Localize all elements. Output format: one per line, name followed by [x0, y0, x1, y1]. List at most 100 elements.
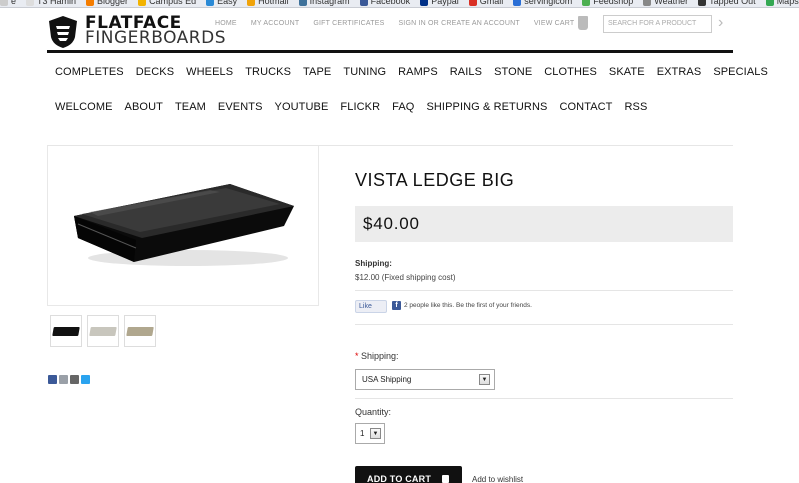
bookmark-label: Paypal [431, 0, 459, 6]
thumbnail-strip [50, 315, 156, 347]
nav-about[interactable]: ABOUT [125, 101, 163, 113]
main-nav-row-1: COMPLETES DECKS WHEELS TRUCKS TAPE TUNIN… [55, 66, 780, 78]
print-icon[interactable] [70, 375, 79, 384]
search-submit-chevron-icon[interactable]: › [718, 14, 723, 32]
share-icons [48, 375, 90, 384]
quantity-select[interactable]: 1 ▼ [355, 423, 385, 444]
bookmark-item[interactable]: Easy [206, 0, 237, 6]
top-link-my-account[interactable]: MY ACCOUNT [251, 20, 300, 27]
quantity-label: Quantity: [355, 407, 392, 417]
bookmark-item[interactable]: T3 Hamin [26, 0, 76, 6]
bookmark-item[interactable]: Hotmail [247, 0, 289, 6]
nav-extras[interactable]: EXTRAS [657, 66, 702, 78]
nav-rails[interactable]: RAILS [450, 66, 482, 78]
gmail-icon [468, 0, 477, 6]
site-logo[interactable]: FLATFACE FINGERBOARDS [47, 13, 227, 49]
bookmark-label: servinglcom [524, 0, 573, 6]
shipping-select-value: USA Shipping [362, 375, 412, 384]
dropdown-arrow-icon[interactable]: ▼ [479, 374, 490, 385]
nav-rss[interactable]: RSS [625, 101, 648, 113]
campus-icon [138, 0, 147, 6]
bookmark-item[interactable]: Blogger [86, 0, 128, 6]
bookmark-label: Feedshop [593, 0, 634, 6]
divider [355, 290, 733, 291]
feed-icon [582, 0, 591, 6]
top-link-view-cart[interactable]: VIEW CART [534, 20, 575, 27]
nav-tuning[interactable]: TUNING [343, 66, 386, 78]
twitter-share-icon[interactable] [81, 375, 90, 384]
thumbnail-3[interactable] [124, 315, 156, 347]
maps-icon [765, 0, 774, 6]
logo-text-fingerboards: FINGERBOARDS [85, 28, 227, 48]
nav-clothes[interactable]: CLOTHES [544, 66, 597, 78]
cart-bag-icon [441, 475, 449, 483]
search-input[interactable]: SEARCH FOR A PRODUCT [603, 15, 712, 33]
bookmark-label: Easy [217, 0, 238, 6]
bookmark-label: Maps [776, 0, 799, 6]
nav-trucks[interactable]: TRUCKS [245, 66, 291, 78]
shipping-select-label: * Shipping: [355, 351, 399, 361]
bookmark-label: Tapped Out [709, 0, 756, 6]
bookmark-item[interactable]: Tapped Out [698, 0, 756, 6]
bookmark-item[interactable]: Facebook [359, 0, 410, 6]
bookmark-item[interactable]: e [0, 0, 16, 6]
nav-faq[interactable]: FAQ [392, 101, 414, 113]
facebook-share-icon[interactable] [48, 375, 57, 384]
nav-completes[interactable]: COMPLETES [55, 66, 124, 78]
nav-stone[interactable]: STONE [494, 66, 532, 78]
thumbnail-ledge [89, 326, 117, 336]
page-icon [0, 0, 8, 6]
nav-events[interactable]: EVENTS [218, 101, 263, 113]
blogger-icon [86, 0, 95, 6]
product-image-frame[interactable] [47, 146, 319, 306]
facebook-like-button[interactable]: Like [355, 300, 387, 313]
bookmark-label: Campus Ed [149, 0, 197, 6]
bookmark-item[interactable]: Campus Ed [138, 0, 196, 6]
nav-shipping-returns[interactable]: SHIPPING & RETURNS [426, 101, 547, 113]
nav-wheels[interactable]: WHEELS [186, 66, 233, 78]
nav-ramps[interactable]: RAMPS [398, 66, 438, 78]
hotmail-icon [247, 0, 256, 6]
quantity-value: 1 [360, 429, 365, 438]
shipping-cost: $12.00 (Fixed shipping cost) [355, 273, 456, 282]
nav-decks[interactable]: DECKS [136, 66, 174, 78]
nav-contact[interactable]: CONTACT [559, 101, 612, 113]
dropdown-arrow-icon[interactable]: ▼ [370, 428, 381, 439]
like-count-text: 2 people like this. Be the first of your… [404, 302, 532, 309]
bookmark-item[interactable]: Gmail [468, 0, 504, 6]
shipping-select[interactable]: USA Shipping ▼ [355, 369, 495, 390]
main-nav-row-2: WELCOME ABOUT TEAM EVENTS YOUTUBE FLICKR… [55, 101, 659, 113]
nav-welcome[interactable]: WELCOME [55, 101, 113, 113]
nav-skate[interactable]: SKATE [609, 66, 645, 78]
price-box: $40.00 [355, 206, 733, 242]
bookmark-item[interactable]: Instagram [298, 0, 350, 6]
add-to-cart-label: ADD TO CART [367, 474, 432, 483]
bookmarks-bar: e T3 Hamin Blogger Campus Ed Easy Hotmail Inst… [0, 0, 799, 8]
top-link-home[interactable]: HOME [215, 20, 237, 27]
bookmark-label: Gmail [479, 0, 504, 6]
bookmark-item[interactable]: Maps [765, 0, 799, 6]
top-link-sign-in[interactable]: SIGN IN OR CREATE AN ACCOUNT [398, 20, 519, 27]
top-link-gift-certificates[interactable]: GIFT CERTIFICATES [313, 20, 384, 27]
nav-youtube[interactable]: YOUTUBE [275, 101, 329, 113]
nav-team[interactable]: TEAM [175, 101, 206, 113]
thumbnail-ledge [126, 326, 154, 336]
add-to-wishlist-link[interactable]: Add to wishlist [472, 475, 523, 483]
cart-icon[interactable] [578, 16, 588, 30]
bookmark-item[interactable]: Weather [643, 0, 688, 6]
thumbnail-1[interactable] [50, 315, 82, 347]
bookmark-label: Instagram [309, 0, 350, 6]
paypal-icon [420, 0, 429, 6]
nav-tape[interactable]: TAPE [303, 66, 331, 78]
thumbnail-2[interactable] [87, 315, 119, 347]
logo-shield-icon [49, 16, 77, 48]
bookmark-label: Weather [654, 0, 689, 6]
bookmark-item[interactable]: Paypal [420, 0, 459, 6]
add-to-cart-button[interactable]: ADD TO CART [355, 466, 462, 483]
nav-specials[interactable]: SPECIALS [713, 66, 768, 78]
facebook-icon [359, 0, 368, 6]
bookmark-item[interactable]: servinglcom [513, 0, 572, 6]
nav-flickr[interactable]: FLICKR [340, 101, 380, 113]
bookmark-item[interactable]: Feedshop [582, 0, 633, 6]
email-share-icon[interactable] [59, 375, 68, 384]
